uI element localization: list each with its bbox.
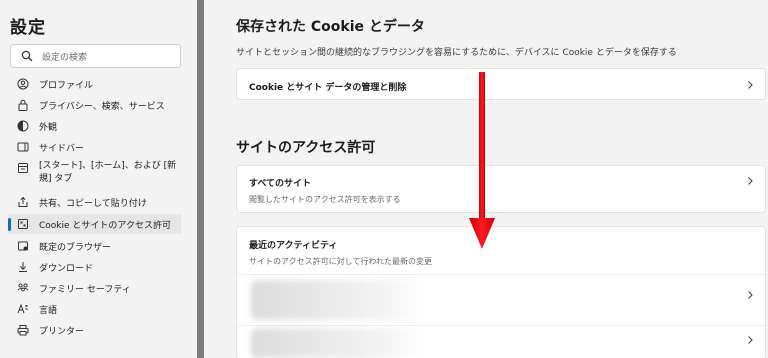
recent-activity-row[interactable] <box>237 275 765 325</box>
redacted-site-entry <box>251 280 426 320</box>
manage-cookies-item[interactable]: Cookie とサイト データの管理と削除 <box>236 68 766 100</box>
pane-divider[interactable] <box>197 0 204 358</box>
chevron-right-icon <box>748 291 753 299</box>
sidebar-icon <box>17 142 29 152</box>
sidebar-item-cookies-permissions[interactable]: Cookie とサイトのアクセス許可 <box>8 214 181 234</box>
recent-activity-title: 最近のアクティビティ <box>249 241 338 251</box>
sidebar-item-languages[interactable]: 言語 <box>8 299 181 319</box>
recent-activity-card: 最近のアクティビティ サイトのアクセス許可に対して行われた最新の変更 <box>236 226 766 358</box>
search-placeholder: 設定の検索 <box>42 53 88 63</box>
all-sites-item[interactable]: すべてのサイト 閲覧したサイトのアクセス許可を表示する <box>236 165 766 213</box>
sidebar-item-share-copy-paste[interactable]: 共有、コピーして貼り付け <box>8 192 181 212</box>
lock-icon <box>18 99 28 111</box>
sidebar-item-default-browser[interactable]: 既定のブラウザー <box>8 236 181 256</box>
permissions-section-title: サイトのアクセス許可 <box>236 140 376 156</box>
printer-icon <box>17 325 29 336</box>
recent-activity-subtitle: サイトのアクセス許可に対して行われた最新の変更 <box>249 257 432 266</box>
sidebar-item-start-home-newtab[interactable]: [スタート]、[ホーム]、および [新規] タブ <box>8 158 181 188</box>
chevron-right-icon <box>748 81 753 89</box>
all-sites-title: すべてのサイト <box>249 179 312 189</box>
chevron-right-icon <box>748 177 753 185</box>
download-icon <box>19 262 27 272</box>
sidebar-item-family-safety[interactable]: ファミリー セーフティ <box>8 278 181 298</box>
chevron-right-icon <box>748 336 753 344</box>
sidebar-item-printers[interactable]: プリンター <box>8 320 181 340</box>
redacted-site-entry <box>251 328 426 358</box>
share-icon <box>18 196 28 207</box>
sidebar-item-profile[interactable]: プロファイル <box>8 74 181 94</box>
sidebar-item-downloads[interactable]: ダウンロード <box>8 257 181 277</box>
annotation-arrow-icon <box>469 72 495 249</box>
sidebar-item-privacy[interactable]: プライバシー、検索、サービス <box>8 95 181 115</box>
home-tab-icon <box>18 163 28 173</box>
cookies-section-description: サイトとセッション間の継続的なブラウジングを容易にするために、デバイスに Coo… <box>236 48 677 58</box>
settings-search-input[interactable]: 設定の検索 <box>10 44 181 68</box>
search-icon <box>21 50 33 62</box>
all-sites-subtitle: 閲覧したサイトのアクセス許可を表示する <box>249 195 401 204</box>
cookie-permissions-icon <box>18 219 28 229</box>
profile-icon <box>17 78 29 90</box>
appearance-icon <box>17 120 29 132</box>
settings-title: 設定 <box>10 18 46 38</box>
sidebar-item-appearance[interactable]: 外観 <box>8 116 181 136</box>
family-icon <box>17 283 29 292</box>
cookies-section-title: 保存された Cookie とデータ <box>236 19 425 35</box>
sidebar-item-sidebar[interactable]: サイドバー <box>8 137 181 157</box>
settings-sidebar: 設定 設定の検索 プロファイル プライバシー、検索、サービス 外観 サイドバー … <box>0 0 197 358</box>
default-browser-icon <box>18 241 28 251</box>
language-icon <box>17 303 29 314</box>
recent-activity-row[interactable] <box>237 326 765 358</box>
manage-cookies-label: Cookie とサイト データの管理と削除 <box>249 83 407 93</box>
